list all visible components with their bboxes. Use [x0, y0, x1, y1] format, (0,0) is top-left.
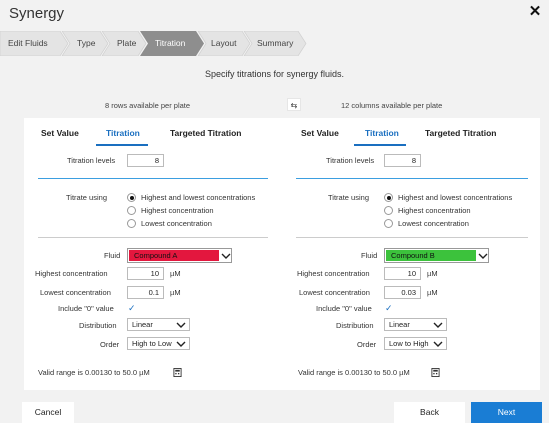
fluid-select[interactable]: Compound B: [384, 248, 489, 263]
include-zero-label: Include "0" value: [58, 304, 114, 313]
lowest-concentration-label: Lowest concentration: [40, 288, 111, 297]
radio-highest-and-lowest[interactable]: [384, 193, 393, 202]
fluid-label: Fluid: [104, 251, 121, 260]
titration-levels-label: Titration levels: [67, 156, 116, 165]
chevron-down-icon: [176, 322, 186, 328]
fluid-label: Fluid: [361, 251, 378, 260]
columns-titration-panel: Set Value Titration Targeted Titration T…: [282, 118, 540, 390]
option-highest-label: Highest concentration: [398, 206, 471, 215]
chevron-down-icon: [478, 253, 488, 259]
section-divider: [296, 178, 528, 179]
order-value: Low to High: [389, 339, 429, 348]
highest-concentration-input[interactable]: 10: [384, 267, 421, 280]
radio-highest[interactable]: [384, 206, 393, 215]
active-tab-indicator: [354, 144, 406, 146]
distribution-label: Distribution: [336, 321, 374, 330]
step-summary[interactable]: Summary: [257, 31, 293, 56]
fluid-name: Compound B: [386, 250, 476, 261]
order-label: Order: [357, 340, 377, 349]
highest-concentration-input[interactable]: 10: [127, 267, 164, 280]
tab-set-value[interactable]: Set Value: [41, 128, 79, 138]
lowest-concentration-input[interactable]: 0.03: [384, 286, 421, 299]
chevron-down-icon: [221, 253, 231, 259]
tab-targeted-titration[interactable]: Targeted Titration: [170, 128, 241, 138]
highest-concentration-label: Highest concentration: [297, 269, 370, 278]
valid-range-text: Valid range is 0.00130 to 50.0 µM: [38, 368, 150, 377]
window-title: Synergy: [9, 5, 65, 22]
tab-set-value[interactable]: Set Value: [301, 128, 339, 138]
fluid-name: Compound A: [129, 250, 219, 261]
valid-range-text: Valid range is 0.00130 to 50.0 µM: [298, 368, 410, 377]
columns-available-text: 12 columns available per plate: [341, 101, 443, 110]
tab-titration[interactable]: Titration: [365, 128, 399, 138]
panel-tabs: Set Value Titration Targeted Titration: [282, 128, 540, 146]
order-value: High to Low: [132, 339, 172, 348]
option-highest-and-lowest-label: Highest and lowest concentrations: [398, 193, 513, 202]
section-divider: [38, 178, 268, 179]
rows-available-text: 8 rows available per plate: [105, 101, 191, 110]
cancel-button[interactable]: Cancel: [22, 402, 74, 423]
calculator-icon[interactable]: [431, 368, 440, 377]
order-label: Order: [100, 340, 120, 349]
section-divider: [38, 237, 268, 238]
rows-titration-panel: Set Value Titration Targeted Titration T…: [24, 118, 282, 390]
unit-label: µM: [170, 288, 181, 297]
option-lowest-label: Lowest concentration: [141, 219, 212, 228]
highest-concentration-label: Highest concentration: [35, 269, 108, 278]
unit-label: µM: [427, 288, 438, 297]
distribution-value: Linear: [132, 320, 153, 329]
include-zero-checkbox[interactable]: ✓: [385, 304, 393, 313]
titration-levels-label: Titration levels: [326, 156, 375, 165]
chevron-down-icon: [176, 341, 186, 347]
radio-lowest[interactable]: [384, 219, 393, 228]
next-button[interactable]: Next: [471, 402, 542, 423]
titrate-using-label: Titrate using: [328, 193, 369, 202]
titration-levels-input[interactable]: 8: [384, 154, 421, 167]
radio-highest-and-lowest[interactable]: [127, 193, 136, 202]
swap-rows-columns-icon[interactable]: ⇆: [287, 98, 301, 111]
active-tab-indicator: [96, 144, 148, 146]
close-icon[interactable]: ✕: [526, 3, 544, 21]
unit-label: µM: [170, 269, 181, 278]
titration-levels-input[interactable]: 8: [127, 154, 164, 167]
calculator-icon[interactable]: [173, 368, 182, 377]
titrate-using-label: Titrate using: [66, 193, 107, 202]
radio-lowest[interactable]: [127, 219, 136, 228]
step-titration[interactable]: Titration: [155, 31, 185, 56]
unit-label: µM: [427, 269, 438, 278]
option-highest-and-lowest-label: Highest and lowest concentrations: [141, 193, 256, 202]
lowest-concentration-input[interactable]: 0.1: [127, 286, 164, 299]
tab-titration[interactable]: Titration: [106, 128, 140, 138]
tab-targeted-titration[interactable]: Targeted Titration: [425, 128, 496, 138]
back-button[interactable]: Back: [394, 402, 465, 423]
include-zero-checkbox[interactable]: ✓: [128, 304, 136, 313]
step-layout[interactable]: Layout: [211, 31, 237, 56]
fluid-select[interactable]: Compound A: [127, 248, 232, 263]
option-highest-label: Highest concentration: [141, 206, 214, 215]
option-lowest-label: Lowest concentration: [398, 219, 469, 228]
distribution-value: Linear: [389, 320, 410, 329]
step-edit-fluids[interactable]: Edit Fluids: [8, 31, 48, 56]
chevron-down-icon: [433, 322, 443, 328]
wizard-steps: Edit Fluids Type Plate Titration Layout …: [0, 31, 549, 56]
lowest-concentration-label: Lowest concentration: [299, 288, 370, 297]
chevron-down-icon: [433, 341, 443, 347]
section-divider: [296, 237, 528, 238]
step-plate[interactable]: Plate: [117, 31, 136, 56]
distribution-label: Distribution: [79, 321, 117, 330]
title-bar: Synergy ✕: [0, 0, 549, 28]
panel-tabs: Set Value Titration Targeted Titration: [24, 128, 282, 146]
page-subtitle: Specify titrations for synergy fluids.: [204, 69, 345, 79]
step-type[interactable]: Type: [77, 31, 95, 56]
radio-highest[interactable]: [127, 206, 136, 215]
include-zero-label: Include "0" value: [316, 304, 372, 313]
